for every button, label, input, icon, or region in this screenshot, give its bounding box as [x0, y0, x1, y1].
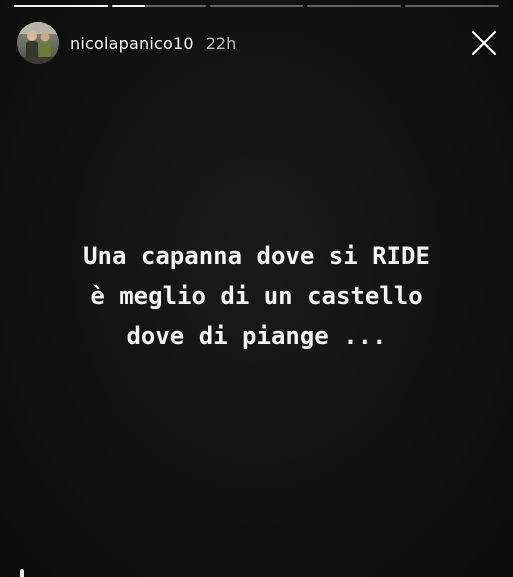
- story-progress-bar: [14, 5, 499, 7]
- story-header: nicolapanico10 22h: [17, 22, 499, 64]
- progress-segment: [111, 5, 206, 7]
- story-timestamp: 22h: [205, 33, 237, 53]
- progress-segment: [307, 5, 402, 7]
- close-button[interactable]: [469, 28, 499, 58]
- caption-line: Una capanna dove si RIDE: [83, 242, 430, 270]
- progress-segment: [14, 5, 108, 7]
- story-viewer[interactable]: nicolapanico10 22h Una capanna dove si R…: [0, 0, 513, 577]
- close-icon: [471, 30, 497, 56]
- caption-line: è meglio di un castello: [90, 282, 423, 310]
- reply-indicator: [20, 569, 24, 577]
- story-caption: Una capanna dove si RIDE è meglio di un …: [0, 236, 513, 356]
- avatar[interactable]: [17, 22, 59, 64]
- story-username[interactable]: nicolapanico10: [70, 34, 194, 53]
- progress-segment: [209, 5, 304, 7]
- profile-photo-icon: [17, 22, 59, 64]
- caption-line: dove di piange ...: [126, 322, 387, 350]
- progress-segment: [405, 5, 499, 7]
